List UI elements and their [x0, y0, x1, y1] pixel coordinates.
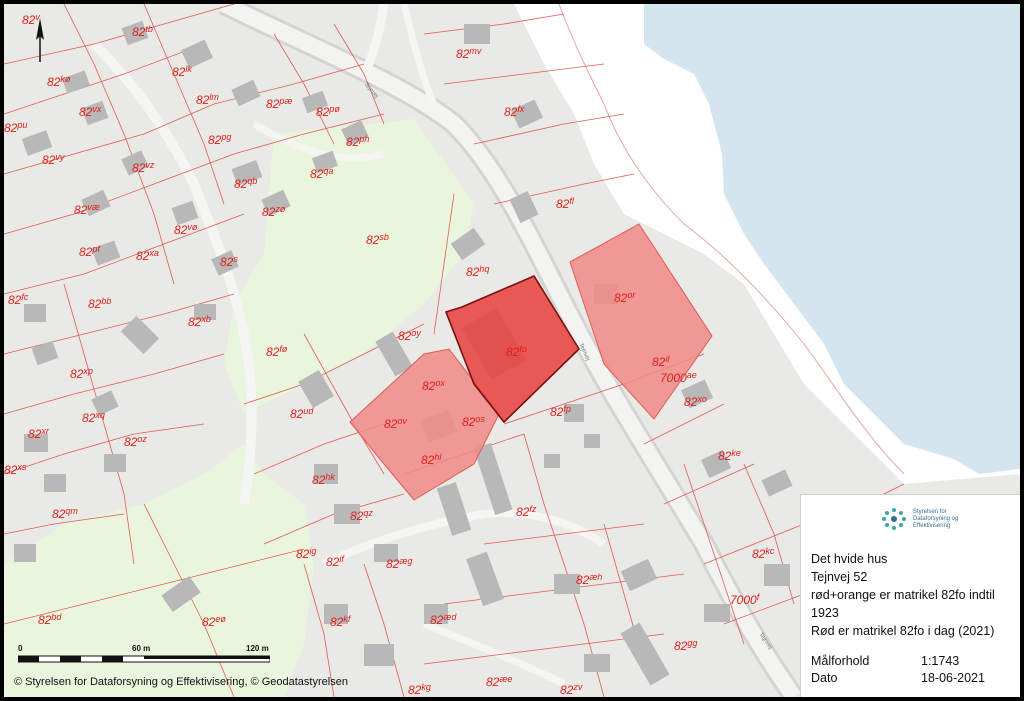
- legend-line-4: 1923: [811, 606, 839, 620]
- scale-tick-0: 0: [18, 644, 23, 653]
- scale-value: 1:1743: [921, 654, 960, 668]
- map-frame: Tejnvej Tejnvej Tejnvej 82v 82tb 82kø 82lk 8…: [4, 4, 1020, 697]
- scale-tick-120: 120 m: [246, 644, 269, 653]
- legend-line-3: rød+orange er matrikel 82fo indtil: [811, 588, 995, 602]
- scale-bar: 0 60 m 120 m: [18, 644, 270, 664]
- scale-label: Målforhold: [811, 654, 870, 668]
- legend-description: Det hvide hus Tejnvej 52 rød+orange er m…: [811, 550, 995, 640]
- north-arrow-icon: [36, 18, 44, 62]
- copyright-text: © Styrelsen for Dataforsyning og Effekti…: [14, 676, 348, 688]
- date-row: Dato 18-06-2021: [811, 670, 985, 687]
- agency-logo-icon: [882, 508, 906, 530]
- date-value: 18-06-2021: [921, 671, 985, 685]
- legend-meta: Målforhold 1:1743 Dato 18-06-2021: [811, 653, 985, 687]
- scale-row: Målforhold 1:1743: [811, 653, 985, 670]
- parcel-label: 7000f: [730, 592, 761, 607]
- date-label: Dato: [811, 671, 838, 685]
- legend-line-5: Rød er matrikel 82fo i dag (2021): [811, 624, 995, 638]
- scale-bar-graphic: [18, 655, 270, 663]
- agency-logo-text: Styrelsen for Dataforsyning og Effektivi…: [913, 508, 959, 529]
- legend-panel: Styrelsen for Dataforsyning og Effektivi…: [800, 494, 1020, 697]
- scale-tick-60: 60 m: [132, 644, 151, 653]
- legend-line-2: Tejnvej 52: [811, 570, 868, 584]
- legend-line-1: Det hvide hus: [811, 552, 888, 566]
- agency-logo: Styrelsen for Dataforsyning og Effektivi…: [881, 507, 973, 531]
